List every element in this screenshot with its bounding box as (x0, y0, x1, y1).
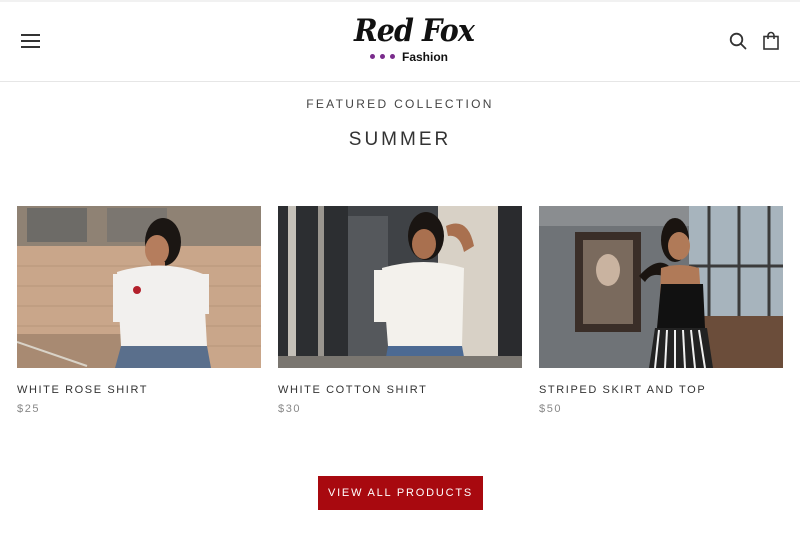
product-name[interactable]: STRIPED SKIRT AND TOP (539, 384, 706, 396)
shopping-bag-icon[interactable] (763, 31, 779, 50)
section-title: SUMMER (348, 129, 452, 150)
logo-script-text: Red Fox (354, 13, 475, 49)
product-image[interactable] (17, 206, 261, 368)
view-all-products-button[interactable]: VIEW ALL PRODUCTS (318, 476, 483, 510)
product-image[interactable] (278, 206, 522, 368)
logo-dots (370, 54, 400, 60)
search-icon[interactable] (729, 32, 747, 50)
hamburger-menu-icon[interactable] (21, 33, 40, 48)
header-top-border (0, 0, 800, 2)
site-logo[interactable]: Red Fox Fashion (350, 13, 475, 69)
product-card[interactable]: WHITE ROSE SHIRT $25 (17, 206, 261, 421)
product-price: $30 (278, 403, 302, 415)
product-card[interactable]: STRIPED SKIRT AND TOP $50 (539, 206, 783, 421)
product-price: $25 (17, 403, 41, 415)
section-eyebrow: FEATURED COLLECTION (306, 97, 494, 111)
product-name[interactable]: WHITE ROSE SHIRT (17, 384, 148, 396)
product-card[interactable]: WHITE COTTON SHIRT $30 (278, 206, 522, 421)
site-header: Red Fox Fashion (0, 0, 800, 82)
product-image[interactable] (539, 206, 783, 368)
product-name[interactable]: WHITE COTTON SHIRT (278, 384, 427, 396)
product-price: $50 (539, 403, 563, 415)
logo-subtext: Fashion (402, 50, 449, 64)
